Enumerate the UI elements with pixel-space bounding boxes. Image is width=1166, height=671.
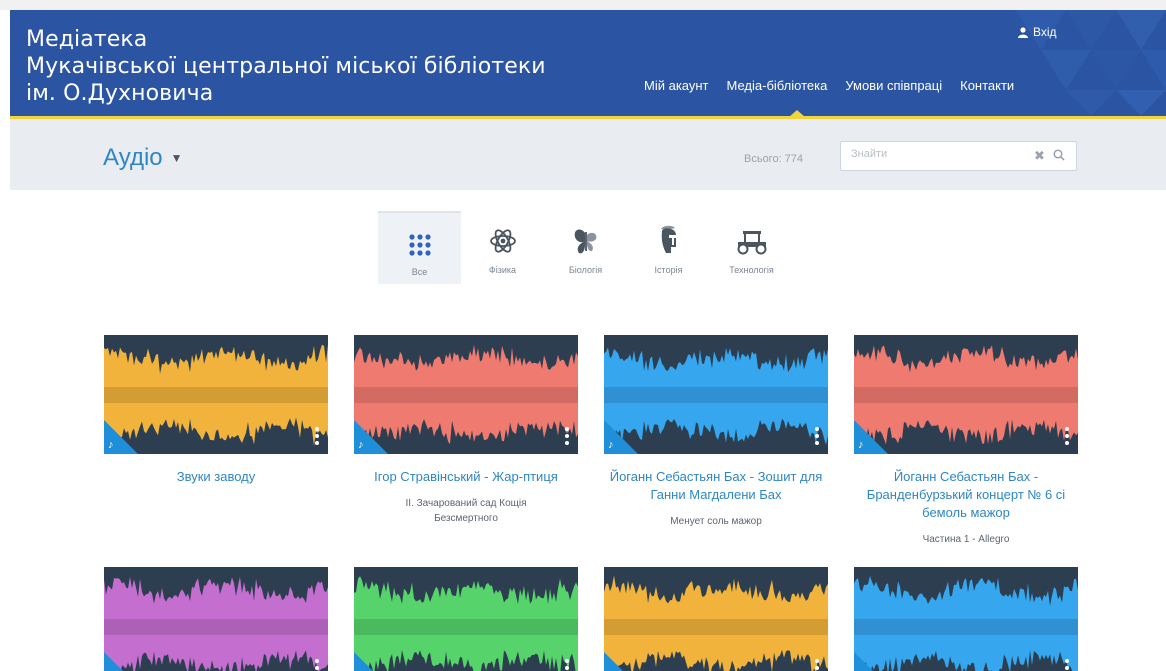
nav-my-account[interactable]: Мій акаунт xyxy=(635,72,718,99)
audio-card: ♪ Звуки заводу xyxy=(104,335,328,496)
login-link[interactable]: Вхід xyxy=(1018,25,1057,39)
audio-card: ♪ xyxy=(104,567,328,671)
site-title-line-2: Мукачівської центральної міської бібліот… xyxy=(26,54,546,79)
category-all[interactable]: Все xyxy=(378,211,461,284)
waveform-center-band xyxy=(854,387,1078,403)
audio-thumbnail[interactable]: ♪ xyxy=(604,567,828,671)
audio-card: ♪ xyxy=(854,567,1078,671)
category-label: Технологія xyxy=(729,265,774,275)
audio-thumbnail[interactable]: ♪ xyxy=(354,567,578,671)
audio-type-badge xyxy=(104,652,138,671)
search-icon[interactable] xyxy=(1053,149,1065,161)
audio-card: ♪ Йоганн Себастьян Бах - Зошит для Ганни… xyxy=(604,335,828,529)
main-nav: Мій акаунт Медіа-бібліотека Умови співпр… xyxy=(635,72,1023,99)
category-physics[interactable]: Фізика xyxy=(461,211,544,284)
audio-thumbnail[interactable]: ♪ xyxy=(604,335,828,454)
more-options-icon[interactable] xyxy=(1065,427,1069,445)
audio-thumbnail[interactable]: ♪ xyxy=(854,567,1078,671)
site-header: Медіатека Мукачівської центральної міськ… xyxy=(10,10,1166,116)
site-title-line-1: Медіатека xyxy=(26,27,148,52)
audio-card: ♪ xyxy=(604,567,828,671)
user-icon xyxy=(1018,26,1028,38)
category-technology[interactable]: Технологія xyxy=(710,211,793,284)
waveform-center-band xyxy=(354,619,578,635)
more-options-icon[interactable] xyxy=(815,427,819,445)
audio-thumbnail[interactable]: ♪ xyxy=(104,335,328,454)
more-options-icon[interactable] xyxy=(565,659,569,671)
audio-title[interactable]: Ігор Стравінський - Жар-птиця xyxy=(354,468,578,486)
category-label: Фізика xyxy=(488,265,517,275)
audio-thumbnail[interactable]: ♪ xyxy=(354,335,578,454)
music-note-icon: ♪ xyxy=(108,439,114,451)
audio-thumbnail[interactable]: ♪ xyxy=(854,335,1078,454)
waveform-center-band xyxy=(604,619,828,635)
audio-title[interactable]: Йоганн Себастьян Бах - Зошит для Ганни М… xyxy=(604,468,828,504)
more-options-icon[interactable] xyxy=(315,659,319,671)
audio-type-badge xyxy=(604,652,638,671)
more-options-icon[interactable] xyxy=(1065,659,1069,671)
login-label: Вхід xyxy=(1033,25,1057,39)
category-history[interactable]: Історія xyxy=(627,211,710,284)
audio-thumbnail[interactable]: ♪ xyxy=(104,567,328,671)
more-options-icon[interactable] xyxy=(815,659,819,671)
active-nav-indicator xyxy=(789,110,805,117)
browser-top-strip xyxy=(0,0,1166,10)
waveform-center-band xyxy=(604,387,828,403)
music-note-icon: ♪ xyxy=(358,439,364,451)
site-title[interactable]: Медіатека Мукачівської центральної міськ… xyxy=(26,26,546,107)
total-count: Всього: 774 xyxy=(744,153,804,165)
audio-type-badge xyxy=(854,652,888,671)
section-title: Аудіо xyxy=(103,144,163,171)
nav-contacts[interactable]: Контакти xyxy=(951,72,1023,99)
category-filter: Все Фізика Біологія Історія Технологія xyxy=(378,211,793,284)
site-title-line-3: ім. О.Духновича xyxy=(26,81,214,106)
more-options-icon[interactable] xyxy=(565,427,569,445)
waveform-center-band xyxy=(854,619,1078,635)
clear-icon[interactable]: ✖ xyxy=(1034,148,1045,164)
caret-down-icon: ▼ xyxy=(170,151,183,165)
waveform-center-band xyxy=(354,387,578,403)
waveform-center-band xyxy=(104,387,328,403)
category-label: Все xyxy=(411,267,428,277)
nav-cooperation-terms[interactable]: Умови співпраці xyxy=(836,72,951,99)
nav-media-library[interactable]: Медіа-бібліотека xyxy=(718,72,837,99)
atom-icon xyxy=(489,229,516,253)
helmet-icon xyxy=(660,225,676,253)
category-biology[interactable]: Біологія xyxy=(544,211,627,284)
car-icon xyxy=(737,231,766,255)
audio-type-badge xyxy=(354,652,388,671)
audio-subtitle: Частина 1 - Allegro xyxy=(922,534,1010,545)
butterfly-icon xyxy=(574,229,596,254)
audio-subtitle: Менует соль мажор xyxy=(670,516,762,527)
audio-card: ♪ Ігор Стравінський - Жар-птиця II. Зача… xyxy=(354,335,578,526)
header-decoration xyxy=(1016,10,1166,116)
category-label: Історія xyxy=(654,265,683,275)
more-options-icon[interactable] xyxy=(315,427,319,445)
section-dropdown[interactable]: Аудіо ▼ xyxy=(103,144,183,172)
search-input[interactable] xyxy=(851,148,1021,160)
audio-card: ♪ xyxy=(354,567,578,671)
audio-subtitle: II. Зачарований сад Кощія Безсмертного xyxy=(405,498,527,524)
grid-icon xyxy=(408,234,431,256)
search-box: ✖ xyxy=(840,141,1077,171)
audio-card: ♪ Йоганн Себастьян Бах - Бранденбурзький… xyxy=(854,335,1078,547)
music-note-icon: ♪ xyxy=(608,439,614,451)
waveform-center-band xyxy=(104,619,328,635)
audio-title[interactable]: Йоганн Себастьян Бах - Бранденбурзький к… xyxy=(854,468,1078,522)
audio-title[interactable]: Звуки заводу xyxy=(104,468,328,486)
category-label: Біологія xyxy=(568,265,603,275)
music-note-icon: ♪ xyxy=(858,439,864,451)
